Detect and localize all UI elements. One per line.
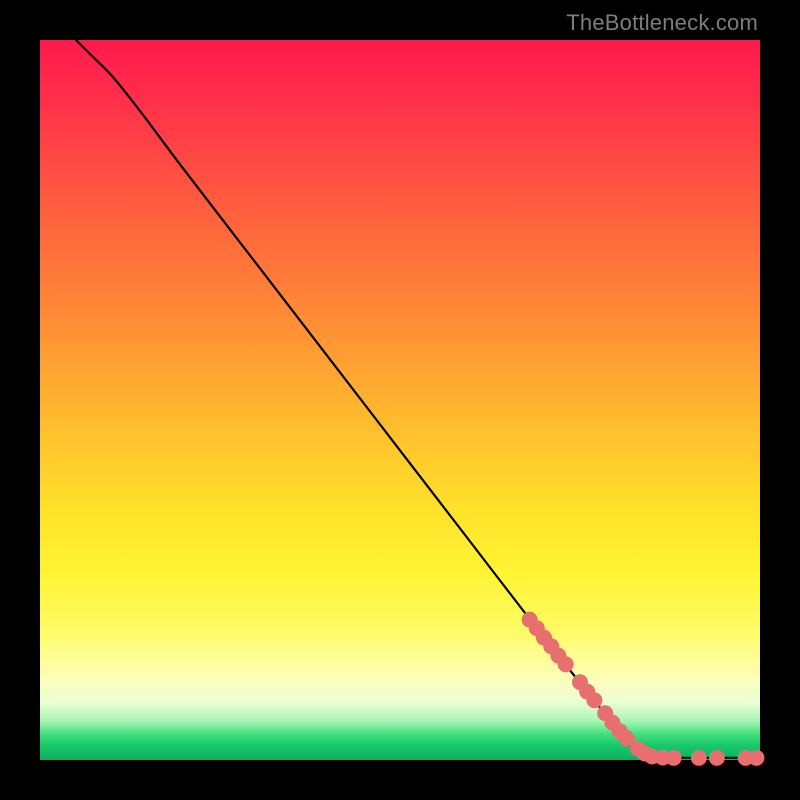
attribution-label: TheBottleneck.com (566, 10, 758, 36)
plot-area (40, 40, 760, 760)
data-point (691, 750, 707, 766)
data-point (558, 656, 574, 672)
data-markers (522, 612, 765, 766)
data-point (666, 750, 682, 766)
data-point (709, 750, 725, 766)
data-point (586, 692, 602, 708)
data-point (748, 750, 764, 766)
chart-frame: TheBottleneck.com (0, 0, 800, 800)
bottleneck-curve (76, 40, 760, 758)
chart-overlay (40, 40, 760, 760)
